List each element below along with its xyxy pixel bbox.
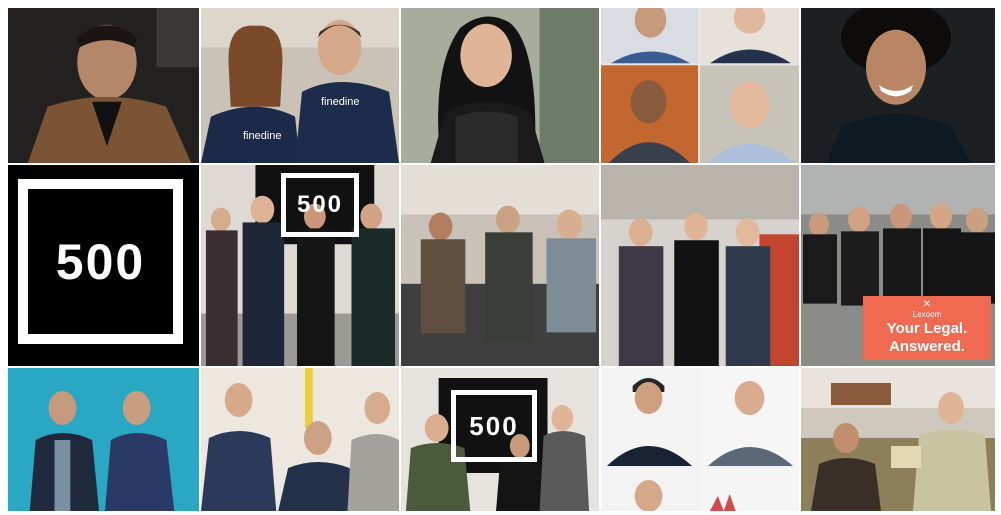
photo-man-brown-jacket — [8, 8, 201, 165]
sign-line-2: Answered. — [889, 338, 965, 355]
photo-three-men-sitting — [201, 368, 401, 511]
sign-line-1: Your Legal. — [886, 320, 968, 337]
photo-four-headshots — [601, 8, 801, 165]
shirt-logo-text: finedine — [321, 96, 360, 108]
photo-team-500-wall-1: 500 — [201, 165, 401, 368]
photo-team-500-wall-2: 500 — [401, 368, 601, 511]
logo-500-wall: 500 — [281, 173, 359, 237]
photo-three-on-couch — [401, 165, 601, 368]
logo-500-text: 500 — [469, 410, 519, 441]
sign-brand: Lexoom — [912, 310, 942, 319]
photo-two-men-teal-wall — [8, 368, 201, 511]
lexoom-logo-icon: ✕ — [922, 299, 932, 310]
photo-two-people-finedine: finedine finedine — [201, 8, 401, 165]
photo-lexoom-team: ✕ Lexoom Your Legal. Answered. — [801, 165, 995, 368]
photo-three-headshots — [601, 368, 801, 511]
photo-man-curly-hair — [801, 8, 995, 165]
logo-500-tile: 500 — [8, 165, 201, 368]
photo-collage: finedine finedine 500 500 ✕ Lexoom Your … — [8, 8, 995, 511]
photo-people-on-sofa — [801, 368, 995, 511]
logo-500-text: 500 — [296, 191, 344, 218]
logo-500-wall: 500 — [451, 390, 537, 462]
lexoom-sign: ✕ Lexoom Your Legal. Answered. — [863, 296, 991, 360]
logo-500-text: 500 — [55, 233, 146, 290]
photo-three-men-office — [601, 165, 801, 368]
photo-woman-smiling — [401, 8, 601, 165]
logo-500-frame: 500 — [18, 179, 183, 344]
shirt-logo-text: finedine — [243, 130, 282, 142]
